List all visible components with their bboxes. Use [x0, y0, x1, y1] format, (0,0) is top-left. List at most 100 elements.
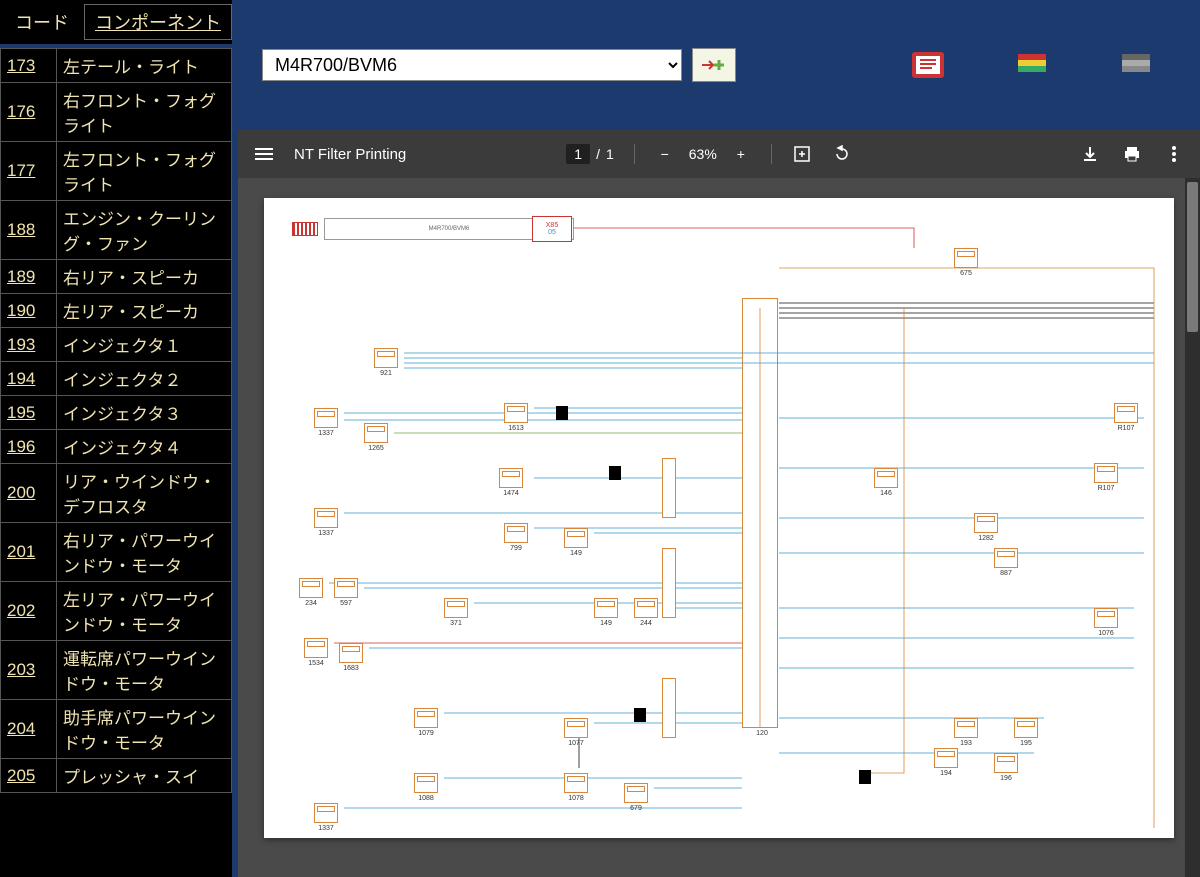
sub-connector — [662, 678, 676, 738]
table-row[interactable]: 204助手席パワーウインドウ・モータ — [1, 700, 232, 759]
manual-icon[interactable] — [908, 49, 948, 81]
table-row[interactable]: 200リア・ウインドウ・デフロスタ — [1, 464, 232, 523]
table-row[interactable]: 189右リア・スピーカ — [1, 260, 232, 294]
component-box: 244 — [634, 598, 658, 618]
component-box: 1077 — [564, 718, 588, 738]
name-cell: インジェクタ３ — [57, 396, 232, 430]
component-box: 1282 — [974, 513, 998, 533]
page-indicator: 1 / 1 — [566, 144, 613, 164]
code-cell[interactable]: 195 — [1, 396, 57, 430]
component-box: 1337 — [314, 803, 338, 823]
name-cell: プレッシャ・スイ — [57, 759, 232, 793]
rotate-icon[interactable] — [832, 144, 852, 164]
component-label: 887 — [995, 570, 1017, 577]
component-box: 149 — [594, 598, 618, 618]
pin-block-dark — [859, 770, 871, 784]
name-cell: 助手席パワーウインドウ・モータ — [57, 700, 232, 759]
name-cell: インジェクタ４ — [57, 430, 232, 464]
name-cell: 右リア・パワーウインドウ・モータ — [57, 523, 232, 582]
code-table: 173左テール・ライト176右フロント・フォグライト177左フロント・フォグライ… — [0, 48, 232, 793]
zoom-in-icon[interactable]: + — [731, 144, 751, 164]
component-label: 1077 — [565, 740, 587, 747]
code-cell[interactable]: 188 — [1, 201, 57, 260]
component-label: 1079 — [415, 730, 437, 737]
code-cell[interactable]: 202 — [1, 582, 57, 641]
vehicle-select[interactable]: M4R700/BVM6 — [262, 49, 682, 81]
name-cell: インジェクタ１ — [57, 328, 232, 362]
stack-color-icon[interactable] — [1012, 49, 1052, 81]
component-box: 887 — [994, 548, 1018, 568]
code-cell[interactable]: 189 — [1, 260, 57, 294]
code-cell[interactable]: 203 — [1, 641, 57, 700]
table-row[interactable]: 203運転席パワーウインドウ・モータ — [1, 641, 232, 700]
app-root: コード コンポーネント 173左テール・ライト176右フロント・フォグライト17… — [0, 0, 1200, 877]
component-label: 679 — [625, 805, 647, 812]
name-cell: インジェクタ２ — [57, 362, 232, 396]
topbar-icons — [908, 49, 1156, 81]
code-cell[interactable]: 193 — [1, 328, 57, 362]
code-cell[interactable]: 194 — [1, 362, 57, 396]
code-cell[interactable]: 177 — [1, 142, 57, 201]
code-cell[interactable]: 201 — [1, 523, 57, 582]
print-icon[interactable] — [1122, 144, 1142, 164]
component-box: 146 — [874, 468, 898, 488]
table-row[interactable]: 202左リア・パワーウインドウ・モータ — [1, 582, 232, 641]
table-row[interactable]: 176右フロント・フォグライト — [1, 83, 232, 142]
component-box: 921 — [374, 348, 398, 368]
page-current[interactable]: 1 — [566, 144, 590, 164]
download-icon[interactable] — [1080, 144, 1100, 164]
table-row[interactable]: 190左リア・スピーカ — [1, 294, 232, 328]
table-row[interactable]: 201右リア・パワーウインドウ・モータ — [1, 523, 232, 582]
component-label: R107 — [1095, 485, 1117, 492]
pin-block-dark — [556, 406, 568, 420]
component-label: 193 — [955, 740, 977, 747]
table-row[interactable]: 205プレッシャ・スイ — [1, 759, 232, 793]
name-cell: 左テール・ライト — [57, 49, 232, 83]
more-icon[interactable] — [1164, 144, 1184, 164]
tab-component[interactable]: コンポーネント — [84, 4, 232, 40]
pdf-body[interactable]: M4R700/BVM6 X85 05 120 — [238, 178, 1200, 877]
vehicle-select-wrap: M4R700/BVM6 — [262, 48, 736, 82]
fit-page-icon[interactable] — [792, 144, 812, 164]
code-cell[interactable]: 173 — [1, 49, 57, 83]
tab-code[interactable]: コード — [4, 4, 80, 40]
component-label: 149 — [565, 550, 587, 557]
menu-icon[interactable] — [254, 144, 274, 164]
table-row[interactable]: 173左テール・ライト — [1, 49, 232, 83]
page-total: 1 — [606, 146, 614, 162]
code-cell[interactable]: 200 — [1, 464, 57, 523]
table-row[interactable]: 193インジェクタ１ — [1, 328, 232, 362]
topbar: M4R700/BVM6 — [238, 0, 1200, 130]
component-label: 195 — [1015, 740, 1037, 747]
name-cell: リア・ウインドウ・デフロスタ — [57, 464, 232, 523]
component-box: 1076 — [1094, 608, 1118, 628]
stack-gray-icon[interactable] — [1116, 49, 1156, 81]
code-cell[interactable]: 196 — [1, 430, 57, 464]
code-cell[interactable]: 205 — [1, 759, 57, 793]
component-label: 799 — [505, 545, 527, 552]
code-table-wrap[interactable]: 173左テール・ライト176右フロント・フォグライト177左フロント・フォグライ… — [0, 48, 232, 877]
table-row[interactable]: 195インジェクタ３ — [1, 396, 232, 430]
component-box: 679 — [624, 783, 648, 803]
component-label: 1337 — [315, 530, 337, 537]
zoom-out-icon[interactable]: − — [655, 144, 675, 164]
table-row[interactable]: 188エンジン・クーリング・ファン — [1, 201, 232, 260]
add-arrow-plus-icon — [700, 55, 728, 75]
scrollbar-thumb[interactable] — [1187, 182, 1198, 332]
table-row[interactable]: 196インジェクタ４ — [1, 430, 232, 464]
table-row[interactable]: 177左フロント・フォグライト — [1, 142, 232, 201]
vertical-scrollbar[interactable] — [1185, 178, 1200, 877]
component-label: 1265 — [365, 445, 387, 452]
code-cell[interactable]: 176 — [1, 83, 57, 142]
zoom-value: 63% — [689, 146, 717, 162]
component-box: 149 — [564, 528, 588, 548]
component-box: 1613 — [504, 403, 528, 423]
component-box: 799 — [504, 523, 528, 543]
component-label: 244 — [635, 620, 657, 627]
add-button[interactable] — [692, 48, 736, 82]
component-box: 194 — [934, 748, 958, 768]
code-cell[interactable]: 204 — [1, 700, 57, 759]
code-cell[interactable]: 190 — [1, 294, 57, 328]
table-row[interactable]: 194インジェクタ２ — [1, 362, 232, 396]
component-box: 1078 — [564, 773, 588, 793]
